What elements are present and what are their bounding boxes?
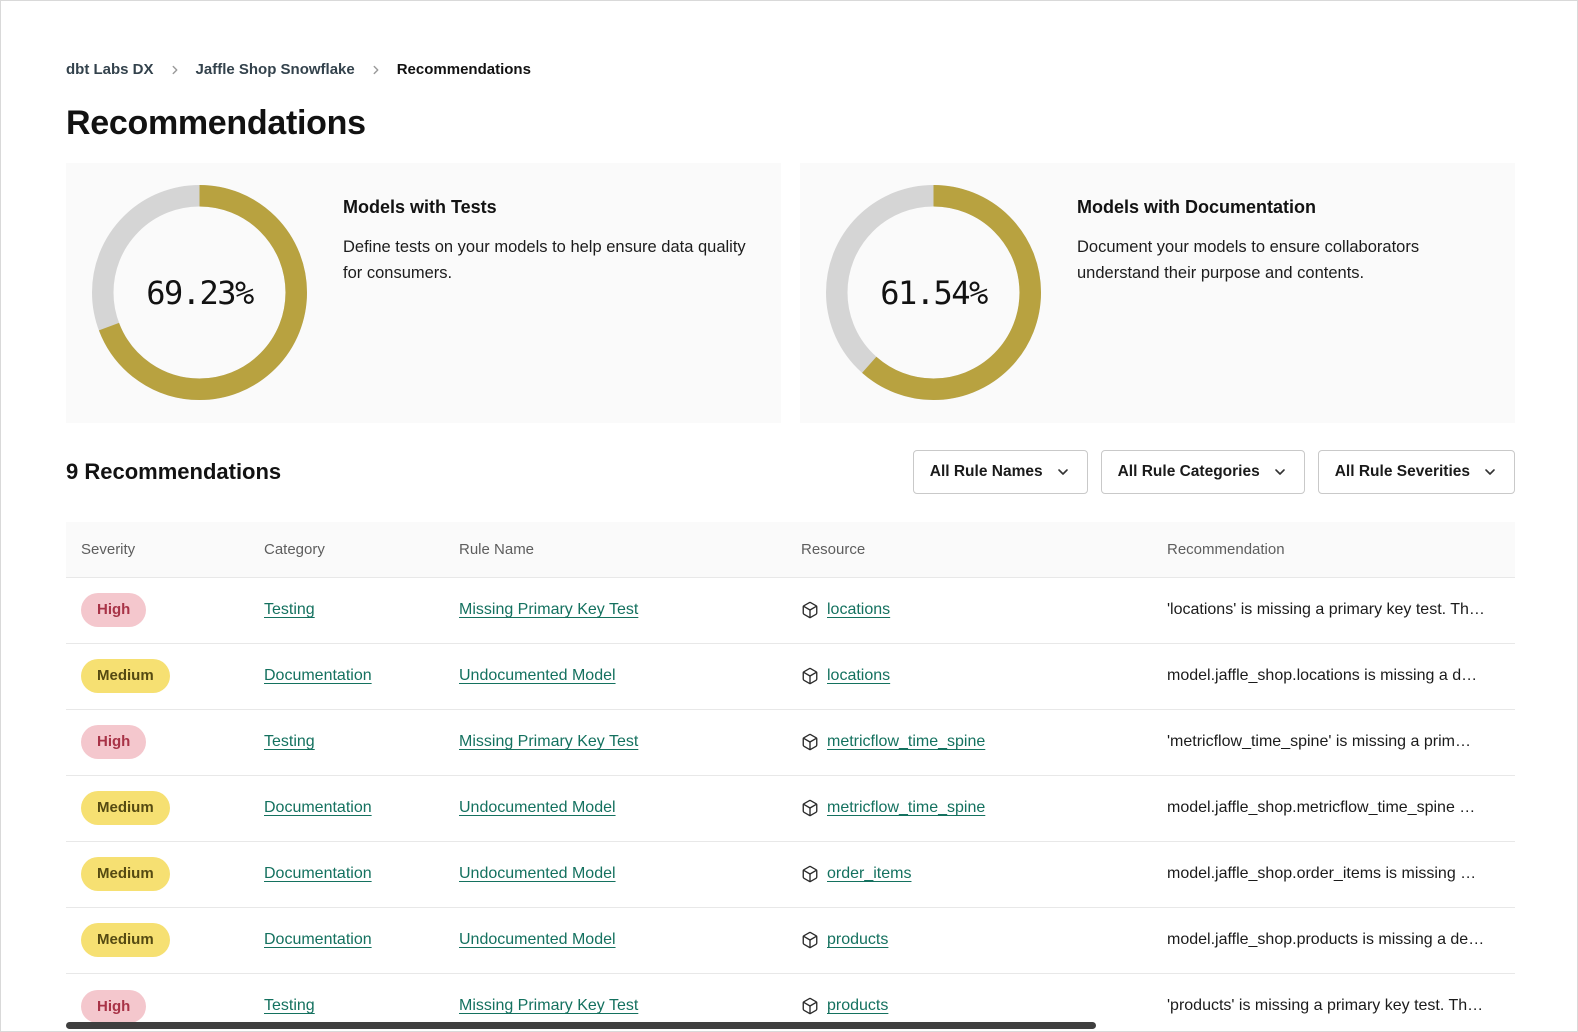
breadcrumb-item-dbt-labs-dx[interactable]: dbt Labs DX: [66, 61, 154, 78]
horizontal-scrollbar[interactable]: [66, 1022, 1096, 1029]
tests-donut-chart: 69.23%: [92, 185, 307, 400]
column-header-category: Category: [264, 522, 459, 577]
package-icon: [801, 997, 819, 1015]
table-row: Medium Documentation Undocumented Model …: [66, 841, 1515, 907]
category-link[interactable]: Testing: [264, 733, 315, 750]
severity-badge: Medium: [81, 791, 170, 825]
recommendation-text: 'products' is missing a primary key test…: [1167, 997, 1515, 1015]
resource-link[interactable]: metricflow_time_spine: [827, 799, 985, 817]
table-row: High Testing Missing Primary Key Test me…: [66, 709, 1515, 775]
category-link[interactable]: Documentation: [264, 667, 372, 684]
category-link[interactable]: Testing: [264, 601, 315, 618]
resource-link[interactable]: locations: [827, 601, 890, 619]
table-row: Medium Documentation Undocumented Model …: [66, 775, 1515, 841]
table-row: Medium Documentation Undocumented Model …: [66, 643, 1515, 709]
severity-badge: Medium: [81, 857, 170, 891]
models-with-documentation-card: 61.54% Models with Documentation Documen…: [800, 163, 1515, 423]
package-icon: [801, 667, 819, 685]
category-link[interactable]: Documentation: [264, 931, 372, 948]
package-icon: [801, 865, 819, 883]
category-link[interactable]: Documentation: [264, 799, 372, 816]
resource-link[interactable]: products: [827, 931, 888, 949]
chevron-down-icon: [1482, 464, 1498, 480]
filter-bar: All Rule Names All Rule Categories All R…: [913, 450, 1515, 494]
card-title: Models with Documentation: [1077, 197, 1477, 218]
rule-names-filter-dropdown[interactable]: All Rule Names: [913, 450, 1088, 494]
recommendation-text: 'metricflow_time_spine' is missing a pri…: [1167, 733, 1515, 751]
rule-name-link[interactable]: Undocumented Model: [459, 667, 616, 684]
resource-link[interactable]: order_items: [827, 865, 911, 883]
recommendation-text: model.jaffle_shop.products is missing a …: [1167, 931, 1515, 949]
card-description: Document your models to ensure collabora…: [1077, 235, 1477, 286]
chevron-down-icon: [1055, 464, 1071, 480]
severity-badge: Medium: [81, 923, 170, 957]
severity-badge: High: [81, 593, 146, 627]
recommendation-text: model.jaffle_shop.locations is missing a…: [1167, 667, 1515, 685]
category-link[interactable]: Testing: [264, 997, 315, 1014]
column-header-severity: Severity: [66, 522, 264, 577]
chevron-right-icon: [369, 63, 383, 77]
rule-name-link[interactable]: Missing Primary Key Test: [459, 997, 638, 1014]
card-title: Models with Tests: [343, 197, 757, 218]
severity-badge: Medium: [81, 659, 170, 693]
package-icon: [801, 799, 819, 817]
resource-link[interactable]: metricflow_time_spine: [827, 733, 985, 751]
page-title: Recommendations: [66, 104, 1515, 143]
recommendations-table: Severity Category Rule Name Resource Rec…: [66, 522, 1515, 1032]
rule-name-link[interactable]: Undocumented Model: [459, 799, 616, 816]
table-row: Medium Documentation Undocumented Model …: [66, 907, 1515, 973]
recommendations-page: dbt Labs DX Jaffle Shop Snowflake Recomm…: [0, 0, 1578, 1032]
table-row: High Testing Missing Primary Key Test lo…: [66, 577, 1515, 643]
chevron-right-icon: [168, 63, 182, 77]
documentation-donut-chart: 61.54%: [826, 185, 1041, 400]
recommendation-text: 'locations' is missing a primary key tes…: [1167, 601, 1515, 619]
breadcrumb-item-recommendations: Recommendations: [397, 61, 531, 78]
column-header-rule-name: Rule Name: [459, 522, 801, 577]
breadcrumb-item-jaffle-shop-snowflake[interactable]: Jaffle Shop Snowflake: [196, 61, 355, 78]
card-description: Define tests on your models to help ensu…: [343, 235, 757, 286]
resource-link[interactable]: products: [827, 997, 888, 1015]
column-header-resource: Resource: [801, 522, 1167, 577]
tests-percent-value: 69.23%: [92, 185, 307, 400]
filter-label: All Rule Severities: [1335, 463, 1470, 481]
chevron-down-icon: [1272, 464, 1288, 480]
resource-link[interactable]: locations: [827, 667, 890, 685]
severity-badge: High: [81, 990, 146, 1024]
recommendations-count-heading: 9 Recommendations: [66, 459, 281, 485]
package-icon: [801, 931, 819, 949]
rule-name-link[interactable]: Missing Primary Key Test: [459, 601, 638, 618]
package-icon: [801, 601, 819, 619]
rule-name-link[interactable]: Undocumented Model: [459, 865, 616, 882]
recommendations-table-body: High Testing Missing Primary Key Test lo…: [66, 577, 1515, 1032]
rule-severities-filter-dropdown[interactable]: All Rule Severities: [1318, 450, 1515, 494]
recommendation-text: model.jaffle_shop.order_items is missing…: [1167, 865, 1515, 883]
metric-cards: 69.23% Models with Tests Define tests on…: [66, 163, 1515, 423]
package-icon: [801, 733, 819, 751]
filter-label: All Rule Names: [930, 463, 1043, 481]
rule-name-link[interactable]: Undocumented Model: [459, 931, 616, 948]
rule-categories-filter-dropdown[interactable]: All Rule Categories: [1101, 450, 1305, 494]
category-link[interactable]: Documentation: [264, 865, 372, 882]
models-with-tests-card: 69.23% Models with Tests Define tests on…: [66, 163, 781, 423]
severity-badge: High: [81, 725, 146, 759]
column-header-recommendation: Recommendation: [1167, 522, 1515, 577]
recommendation-text: model.jaffle_shop.metricflow_time_spine …: [1167, 799, 1515, 817]
rule-name-link[interactable]: Missing Primary Key Test: [459, 733, 638, 750]
documentation-percent-value: 61.54%: [826, 185, 1041, 400]
breadcrumb: dbt Labs DX Jaffle Shop Snowflake Recomm…: [66, 1, 1515, 78]
table-header-row: Severity Category Rule Name Resource Rec…: [66, 522, 1515, 577]
filter-label: All Rule Categories: [1118, 463, 1260, 481]
